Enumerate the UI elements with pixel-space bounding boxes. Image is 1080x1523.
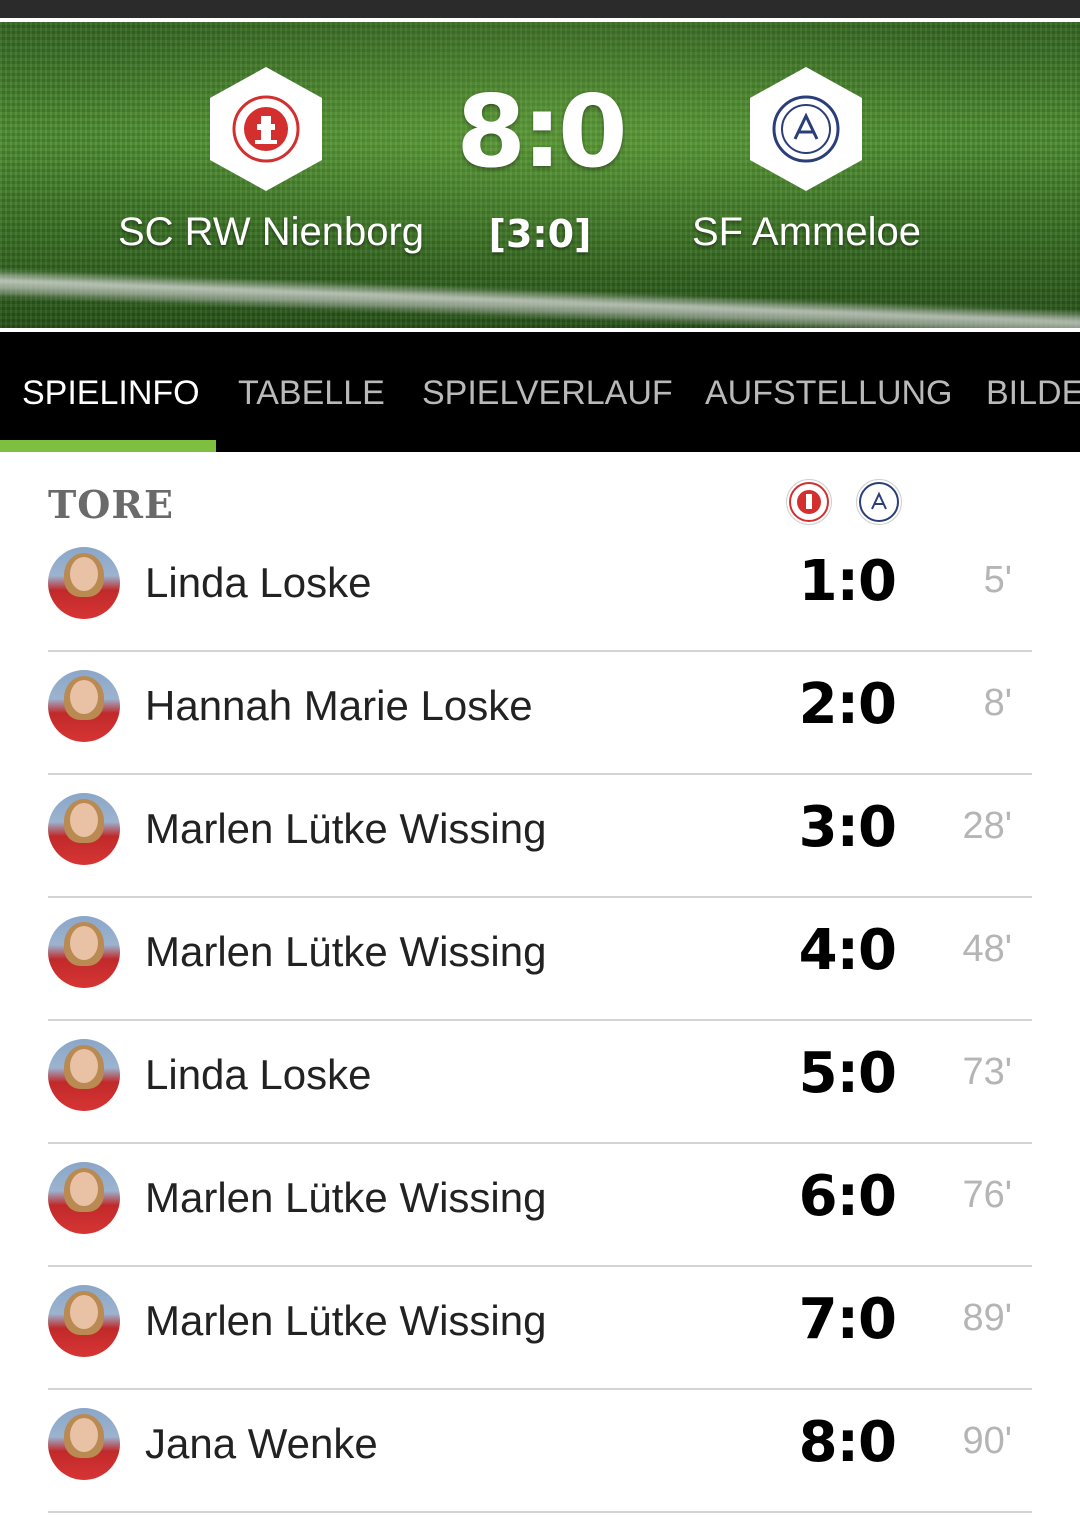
goal-score: 6:0: [798, 1164, 897, 1229]
goal-row[interactable]: Marlen Lütke Wissing 6:0 76': [48, 1144, 1032, 1267]
tab-aufstellung[interactable]: AUFSTELLUNG: [705, 374, 953, 413]
goal-scorer-name: Hannah Marie Loske: [145, 682, 533, 729]
player-avatar: [48, 547, 120, 619]
goal-score: 2:0: [798, 672, 897, 737]
goal-row[interactable]: Jana Wenke 8:0 90': [48, 1390, 1032, 1513]
goal-minute: 48': [962, 928, 1012, 970]
goal-scorer-name: Marlen Lütke Wissing: [145, 1174, 547, 1221]
home-team-mini-logo: [786, 479, 832, 525]
tab-tabelle[interactable]: TABELLE: [238, 374, 385, 413]
goal-row[interactable]: Marlen Lütke Wissing 4:0 48': [48, 898, 1032, 1021]
goal-minute: 8': [983, 682, 1012, 724]
goal-scorer-name: Marlen Lütke Wissing: [145, 805, 547, 852]
goal-row[interactable]: Linda Loske 5:0 73': [48, 1021, 1032, 1144]
goal-score: 8:0: [798, 1410, 897, 1475]
goal-score: 5:0: [798, 1041, 897, 1106]
player-avatar: [48, 1039, 120, 1111]
halftime-score: [3:0]: [488, 212, 592, 256]
goal-scorer-name: Jana Wenke: [145, 1420, 378, 1467]
goal-score: 1:0: [798, 549, 897, 614]
match-header: 8:0 [3:0] SC RW Nienborg SF Ammeloe: [0, 22, 1080, 328]
goal-minute: 76': [962, 1174, 1012, 1216]
goal-minute: 73': [962, 1051, 1012, 1093]
goal-minute: 5': [983, 559, 1012, 601]
goal-minute: 28': [962, 805, 1012, 847]
final-score: 8:0: [456, 73, 627, 190]
goals-section-title: TORE: [48, 482, 174, 527]
sc-rw-nienborg-crest-icon: [232, 95, 300, 163]
tab-spielinfo[interactable]: SPIELINFO: [22, 374, 200, 413]
home-team-name[interactable]: SC RW Nienborg: [118, 210, 424, 255]
goal-minute: 90': [962, 1420, 1012, 1462]
status-bar: [0, 0, 1080, 18]
tab-bilder[interactable]: BILDE: [986, 374, 1080, 413]
goal-scorer-name: Marlen Lütke Wissing: [145, 928, 547, 975]
tab-bar: SPIELINFO TABELLE SPIELVERLAUF AUFSTELLU…: [0, 332, 1080, 452]
player-avatar: [48, 1162, 120, 1234]
goal-scorer-name: Linda Loske: [145, 559, 372, 606]
goal-score: 3:0: [798, 795, 897, 860]
sf-ammeloe-crest-icon: [772, 95, 840, 163]
goal-score: 4:0: [798, 918, 897, 983]
away-team-name[interactable]: SF Ammeloe: [692, 210, 921, 255]
goal-score: 7:0: [798, 1287, 897, 1352]
player-avatar: [48, 1285, 120, 1357]
goal-row[interactable]: Marlen Lütke Wissing 3:0 28': [48, 775, 1032, 898]
tab-spielverlauf[interactable]: SPIELVERLAUF: [422, 374, 673, 413]
goal-minute: 89': [962, 1297, 1012, 1339]
player-avatar: [48, 670, 120, 742]
goal-scorer-name: Linda Loske: [145, 1051, 372, 1098]
player-avatar: [48, 793, 120, 865]
player-avatar: [48, 1408, 120, 1480]
sf-ammeloe-mini-icon: [859, 482, 899, 522]
goal-row[interactable]: Hannah Marie Loske 2:0 8': [48, 652, 1032, 775]
sc-rw-nienborg-mini-icon: [789, 482, 829, 522]
goal-scorer-name: Marlen Lütke Wissing: [145, 1297, 547, 1344]
goal-row[interactable]: Marlen Lütke Wissing 7:0 89': [48, 1267, 1032, 1390]
away-team-mini-logo: [856, 479, 902, 525]
player-avatar: [48, 916, 120, 988]
active-tab-indicator: [0, 440, 216, 452]
goal-row[interactable]: Linda Loske 1:0 5': [48, 529, 1032, 652]
